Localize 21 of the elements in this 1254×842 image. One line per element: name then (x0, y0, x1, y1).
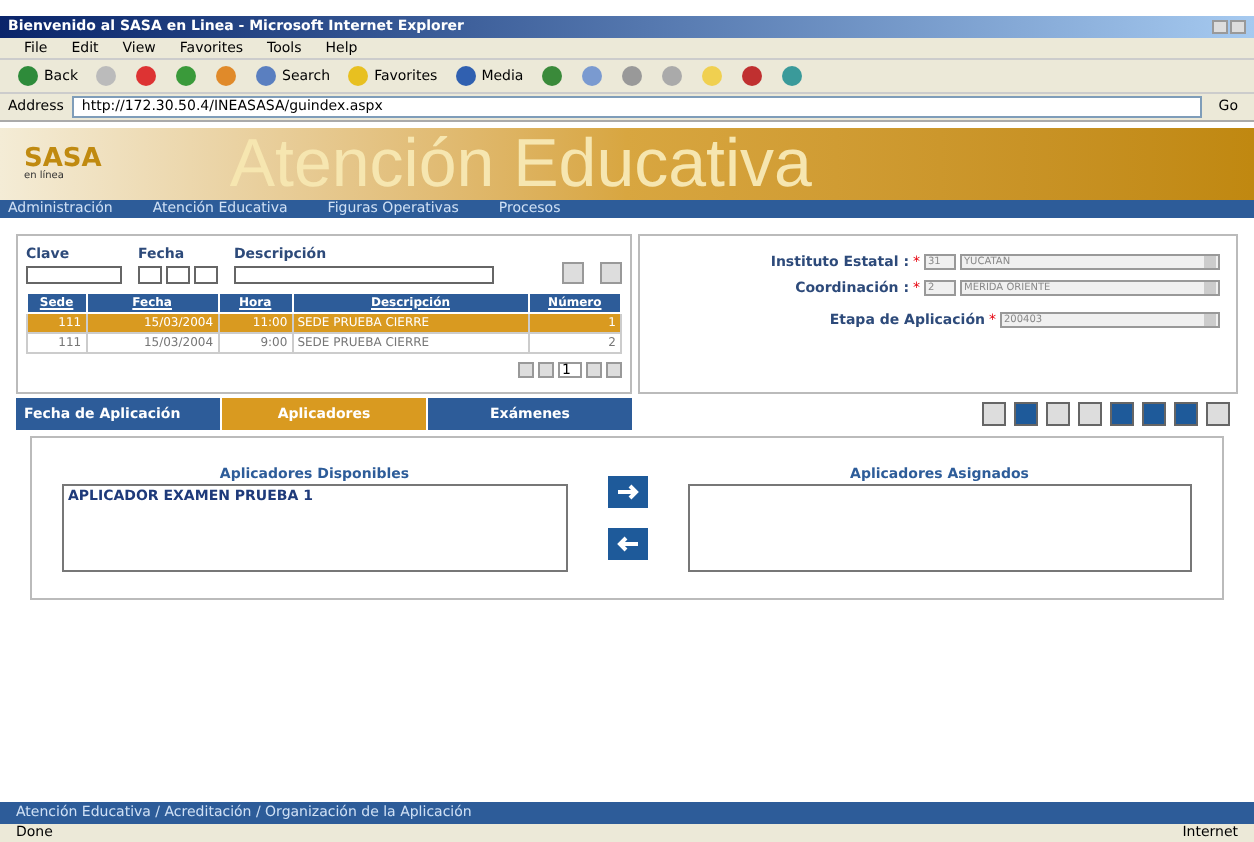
move-left-button[interactable] (607, 528, 647, 560)
date-field[interactable] (194, 265, 218, 283)
first-page-button[interactable] (518, 361, 534, 377)
search-button[interactable] (562, 261, 584, 283)
next-page-button[interactable] (586, 361, 602, 377)
date-field[interactable] (138, 265, 162, 283)
toolbar-button[interactable] (1078, 402, 1102, 426)
previous-page-button[interactable] (538, 361, 554, 377)
toolbar-button[interactable] (982, 402, 1006, 426)
maximize-button[interactable] (1230, 20, 1246, 34)
toolbar-button[interactable] (1046, 402, 1070, 426)
last-page-button[interactable] (606, 361, 622, 377)
list-box[interactable] (687, 484, 1192, 573)
move-right-button[interactable] (607, 476, 647, 508)
input-field[interactable] (234, 265, 494, 283)
input-field[interactable] (26, 265, 122, 283)
clear-button[interactable] (600, 261, 622, 283)
logo: SASA (24, 146, 102, 172)
date-field[interactable] (166, 265, 190, 283)
minimize-button[interactable] (1212, 20, 1228, 34)
toolbar-button[interactable] (1206, 402, 1230, 426)
